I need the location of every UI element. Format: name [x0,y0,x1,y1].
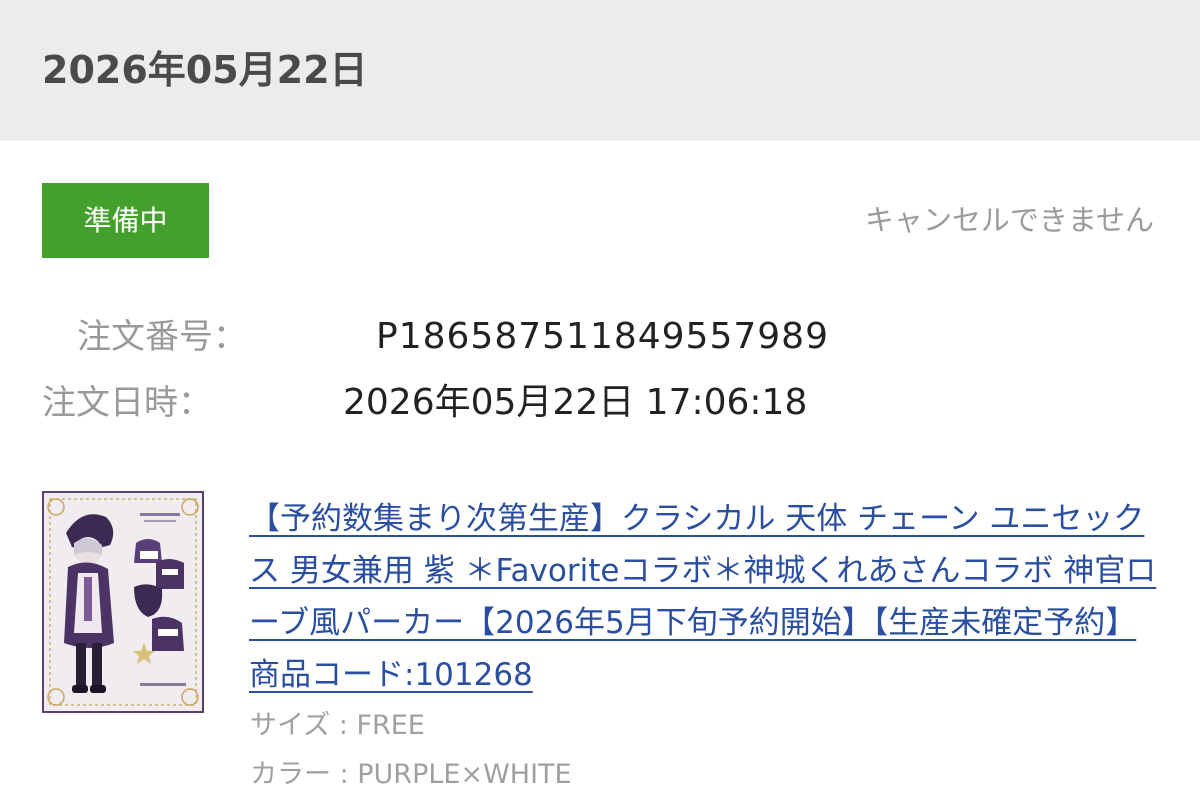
order-number-value: P1865875118495579​89 [376,316,829,357]
cancel-unavailable-text: キャンセルできません [864,203,1154,237]
product-title-link[interactable]: 【予約数集まり次第生産】クラシカル 天体 チェーン ユニセックス 男女兼用 紫 … [249,493,1164,701]
product-color: カラー : PURPLE×WHITE [250,759,572,790]
order-datetime-value: 2026年05月22日 17:06:18 [343,382,808,423]
order-group-date: 2026年05月22日 [42,48,368,92]
product-illustration [44,493,202,711]
product-image-icon[interactable] [42,491,204,713]
order-datetime-label: 注文日時： [42,383,212,423]
status-badge: 準備中 [42,183,209,258]
date-header: 2026年05月22日 [0,0,1200,141]
product-size: サイズ : FREE [250,710,425,741]
order-number-label: 注文番号： [77,317,247,357]
